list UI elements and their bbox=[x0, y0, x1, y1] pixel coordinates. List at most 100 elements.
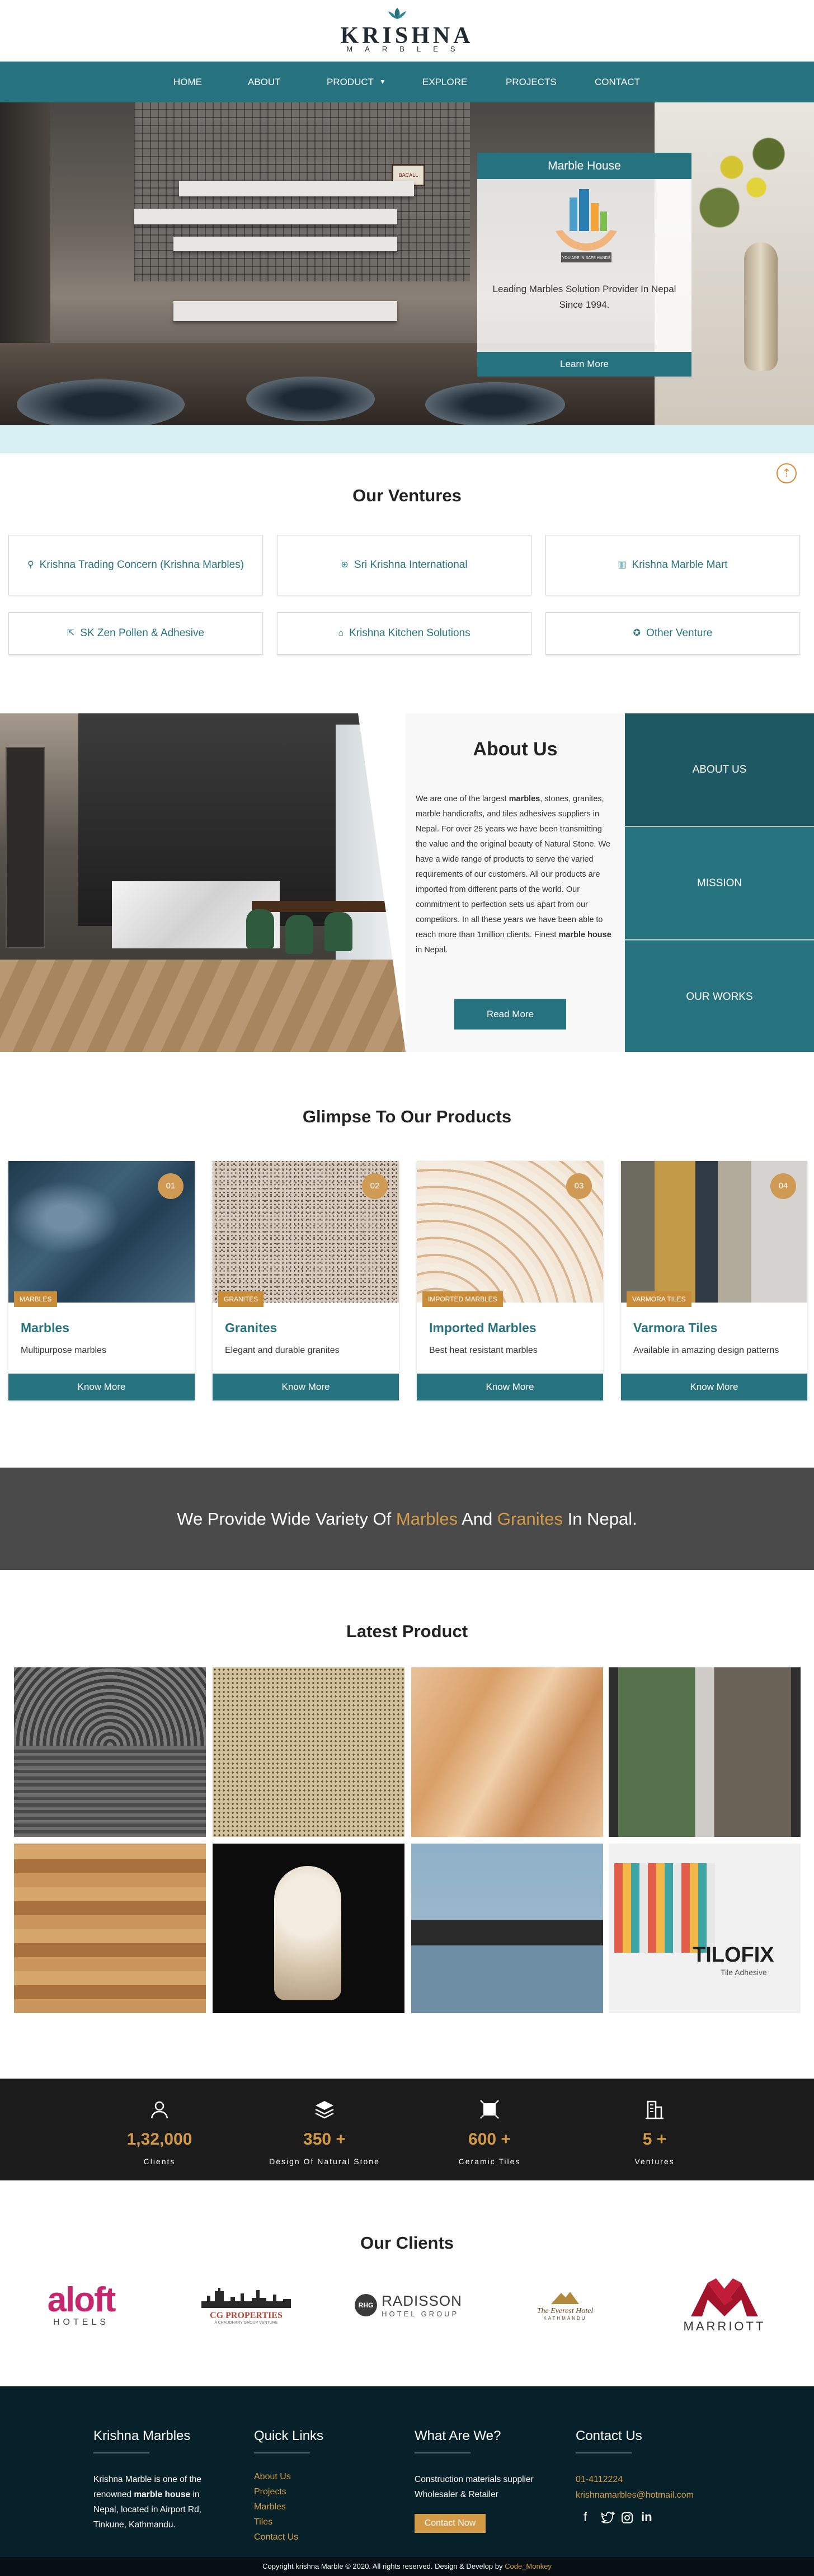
footer-link-contact[interactable]: Contact Us bbox=[254, 2532, 298, 2542]
footer-what-title: What Are We? bbox=[415, 2428, 501, 2443]
product-card[interactable]: 01 MARBLES Marbles Multipurpose marbles … bbox=[8, 1161, 195, 1400]
latest-product-image[interactable] bbox=[411, 1844, 603, 2013]
latest-product-image[interactable] bbox=[609, 1667, 801, 1837]
product-number: 04 bbox=[770, 1173, 796, 1199]
product-tag: GRANITES bbox=[218, 1291, 264, 1307]
nav-contact[interactable]: CONTACT bbox=[595, 62, 640, 102]
about-title: About Us bbox=[473, 739, 558, 760]
footer-about-title: Krishna Marbles bbox=[93, 2428, 191, 2443]
know-more-button[interactable]: Know More bbox=[417, 1374, 603, 1400]
latest-title: Latest Product bbox=[346, 1621, 468, 1641]
venture-item[interactable]: ✪ Other Venture bbox=[545, 612, 800, 655]
building-icon bbox=[646, 2100, 664, 2119]
client-logo-marriott: MARRIOTT bbox=[663, 2272, 786, 2339]
nav-product[interactable]: PRODUCT bbox=[327, 62, 374, 102]
read-more-button[interactable]: Read More bbox=[454, 999, 566, 1030]
product-name: Marbles bbox=[21, 1320, 69, 1335]
hero-strip bbox=[0, 425, 814, 453]
product-desc: Available in amazing design patterns bbox=[633, 1346, 779, 1355]
venture-item[interactable]: ⚲ Krishna Trading Concern (Krishna Marble… bbox=[8, 535, 263, 595]
footer-links-title: Quick Links bbox=[254, 2428, 324, 2443]
basin bbox=[17, 379, 185, 425]
client-logo-radisson: RHG RADISSON HOTEL GROUP bbox=[347, 2272, 470, 2339]
venture-item[interactable]: ▥ Krishna Marble Mart bbox=[545, 535, 800, 595]
footer-phone[interactable]: 01-4112224 bbox=[576, 2475, 623, 2485]
nav-projects[interactable]: PROJECTS bbox=[506, 62, 557, 102]
product-card[interactable]: 02 GRANITES Granites Elegant and durable… bbox=[213, 1161, 399, 1400]
clients-title: Our Clients bbox=[360, 2233, 454, 2253]
site-header: KRISHNA MARBLES bbox=[0, 0, 814, 62]
nav-home[interactable]: HOME bbox=[173, 62, 202, 102]
product-number: 03 bbox=[566, 1173, 592, 1199]
hero-card: Marble House YOU ARE IN SAFE HANDS Leadi… bbox=[477, 153, 691, 377]
client-logo-cg: CG PROPERTIES A CHAUDHARY GROUP VENTURE bbox=[196, 2272, 297, 2339]
stats-section: 1,32,000 Clients 350 + Design Of Natural… bbox=[0, 2079, 814, 2180]
flower-decor bbox=[683, 114, 806, 248]
hero-card-title: Marble House bbox=[477, 153, 691, 179]
product-card[interactable]: 03 IMPORTED MARBLES Imported Marbles Bes… bbox=[417, 1161, 603, 1400]
venture-item[interactable]: ⊕ Sri Krishna International bbox=[277, 535, 531, 595]
tab-mission[interactable]: MISSION bbox=[625, 827, 814, 939]
badge-icon: ✪ bbox=[633, 628, 641, 638]
know-more-button[interactable]: Know More bbox=[213, 1374, 399, 1400]
nav-about[interactable]: ABOUT bbox=[248, 62, 281, 102]
tilofix-sub: Tile Adhesive bbox=[721, 1968, 767, 1977]
product-card[interactable]: 04 VARMORA TILES Varmora Tiles Available… bbox=[621, 1161, 807, 1400]
home-icon: ⌂ bbox=[338, 628, 344, 638]
about-text: We are one of the largest marbles, stone… bbox=[416, 795, 611, 955]
latest-product-image[interactable] bbox=[213, 1844, 404, 2013]
tile-icon bbox=[480, 2100, 499, 2119]
product-tag: VARMORA TILES bbox=[627, 1291, 691, 1307]
facebook-icon[interactable]: f bbox=[584, 2510, 587, 2525]
footer-email[interactable]: krishnamarbles@hotmail.com bbox=[576, 2490, 694, 2500]
contact-now-button[interactable]: Contact Now bbox=[415, 2514, 486, 2533]
product-tag: MARBLES bbox=[14, 1291, 58, 1307]
user-icon bbox=[150, 2101, 168, 2119]
footer-link-marbles[interactable]: Marbles bbox=[254, 2502, 286, 2512]
external-icon: ⇱ bbox=[67, 628, 75, 638]
footer-link-tiles[interactable]: Tiles bbox=[254, 2517, 272, 2527]
latest-product-image[interactable] bbox=[411, 1667, 603, 1837]
hero-card-text: Leading Marbles Solution Provider In Nep… bbox=[492, 284, 676, 310]
main-nav: HOME ABOUT PRODUCT ▼ EXPLORE PROJECTS CO… bbox=[0, 62, 814, 102]
footer-link-about[interactable]: About Us bbox=[254, 2472, 291, 2482]
footer-about-text: Krishna Marble is one of the renowned ma… bbox=[93, 2475, 201, 2530]
scroll-up-icon[interactable]: ⇡ bbox=[777, 463, 797, 483]
footer-link-projects[interactable]: Projects bbox=[254, 2487, 286, 2497]
caret-down-icon[interactable]: ▼ bbox=[379, 62, 386, 102]
developer-link[interactable]: Code_Monkey bbox=[505, 2562, 552, 2570]
product-number: 01 bbox=[158, 1173, 183, 1199]
know-more-button[interactable]: Know More bbox=[8, 1374, 195, 1400]
product-desc: Elegant and durable granites bbox=[225, 1346, 340, 1355]
product-name: Varmora Tiles bbox=[633, 1320, 718, 1335]
tab-about-us[interactable]: ABOUT US bbox=[625, 713, 814, 826]
tile-mosaic bbox=[614, 1863, 715, 1953]
latest-product-image[interactable]: TILOFIX Tile Adhesive bbox=[609, 1844, 801, 2013]
lotus-logo-icon bbox=[388, 8, 406, 19]
linkedin-icon[interactable]: in bbox=[641, 2510, 652, 2525]
instagram-icon[interactable] bbox=[621, 2512, 633, 2524]
skyline-icon bbox=[201, 2288, 291, 2308]
venture-item[interactable]: ⌂ Krishna Kitchen Solutions bbox=[277, 612, 531, 655]
variety-banner: We Provide Wide Variety Of Marbles And G… bbox=[0, 1468, 814, 1570]
product-desc: Best heat resistant marbles bbox=[429, 1346, 538, 1355]
building-icon: ▥ bbox=[618, 560, 627, 570]
pin-icon: ⚲ bbox=[27, 560, 34, 570]
about-image bbox=[0, 713, 406, 1052]
venture-item[interactable]: ⇱ SK Zen Pollen & Adhesive bbox=[8, 612, 263, 655]
basin bbox=[246, 377, 375, 421]
about-section: About Us We are one of the largest marbl… bbox=[406, 713, 625, 1052]
know-more-button[interactable]: Know More bbox=[621, 1374, 807, 1400]
latest-product-image[interactable] bbox=[213, 1667, 404, 1837]
latest-product-image[interactable] bbox=[14, 1844, 206, 2013]
product-number: 02 bbox=[362, 1173, 388, 1199]
footer-what-text: Construction materials supplier Wholesal… bbox=[415, 2475, 534, 2499]
learn-more-button[interactable]: Learn More bbox=[477, 352, 691, 377]
safe-hands-icon: YOU ARE IN SAFE HANDS bbox=[556, 189, 617, 262]
tab-our-works[interactable]: OUR WORKS bbox=[625, 941, 814, 1052]
safe-hands-badge: YOU ARE IN SAFE HANDS bbox=[562, 256, 611, 260]
vase bbox=[744, 242, 778, 371]
twitter-icon[interactable] bbox=[601, 2512, 615, 2524]
nav-explore[interactable]: EXPLORE bbox=[422, 62, 467, 102]
globe-icon: ⊕ bbox=[341, 560, 349, 570]
